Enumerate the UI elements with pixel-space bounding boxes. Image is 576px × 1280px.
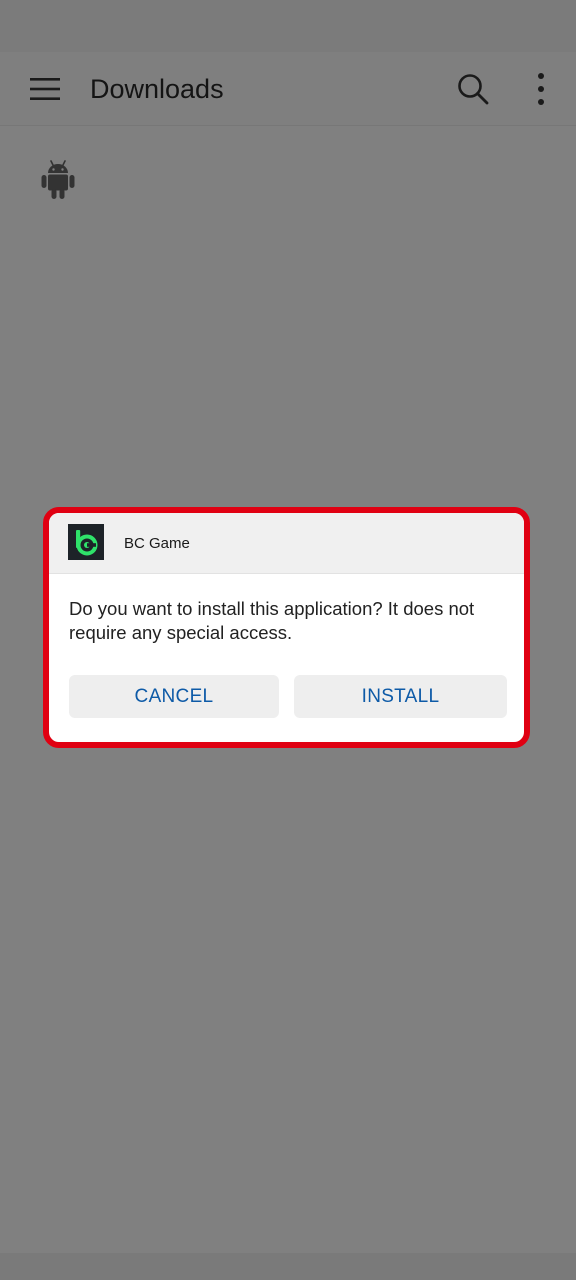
bc-game-logo-icon — [68, 524, 104, 560]
navigation-bar — [0, 1253, 576, 1280]
dialog-header: BC Game — [49, 513, 524, 574]
page-title: Downloads — [90, 74, 224, 104]
file-item-apk[interactable] — [30, 152, 86, 208]
hamburger-menu-icon — [30, 78, 60, 100]
android-apk-icon — [41, 160, 75, 199]
search-button[interactable] — [450, 66, 496, 112]
search-icon — [458, 74, 489, 105]
menu-button[interactable] — [22, 66, 68, 112]
more-options-button[interactable] — [518, 66, 564, 112]
dialog-app-name: BC Game — [124, 535, 190, 552]
dialog-message: Do you want to install this application?… — [69, 598, 475, 643]
cancel-button[interactable]: CANCEL — [69, 675, 279, 718]
install-button[interactable]: INSTALL — [294, 675, 507, 718]
install-dialog: BC Game Do you want to install this appl… — [43, 507, 530, 748]
status-bar — [0, 0, 576, 52]
more-vert-icon — [538, 73, 544, 105]
app-bar: Downloads — [0, 52, 576, 126]
